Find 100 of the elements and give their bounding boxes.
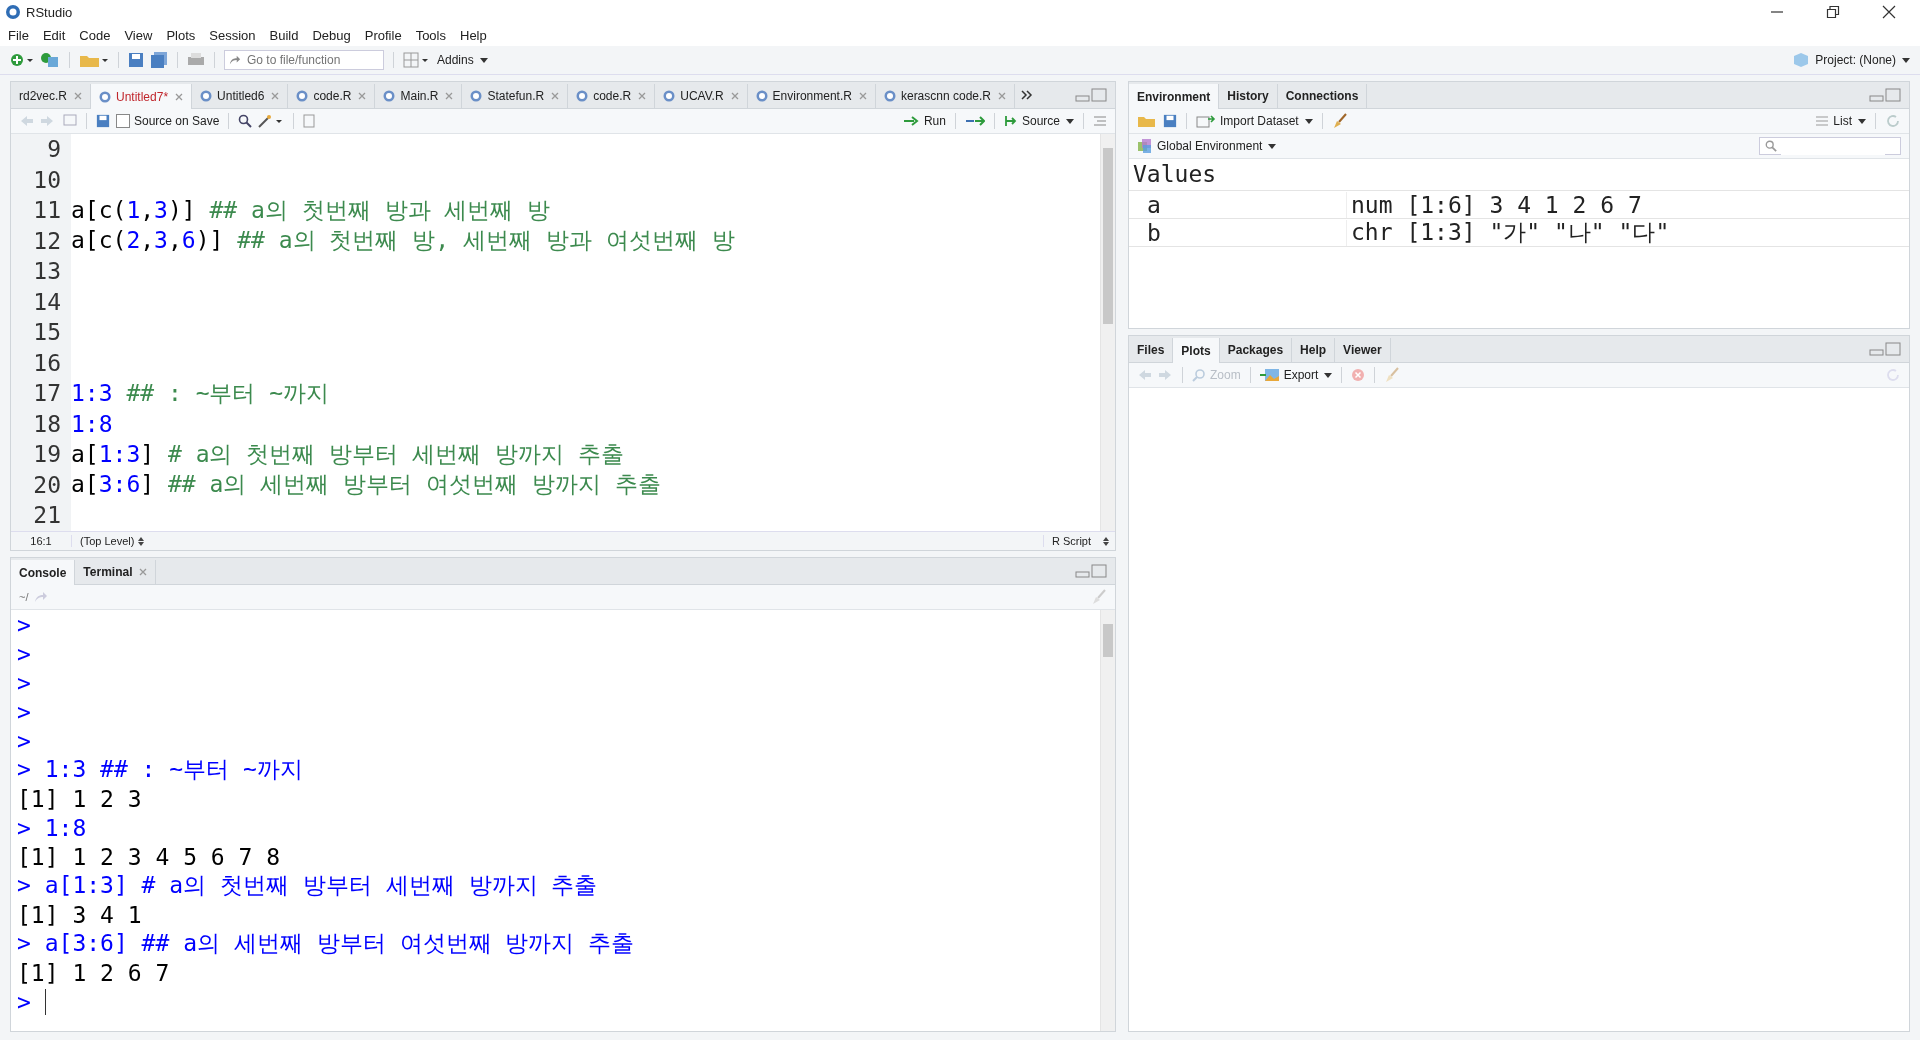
caret-icon[interactable]: [1858, 118, 1866, 124]
minimize-pane-icon[interactable]: [1075, 88, 1107, 102]
menu-item[interactable]: Help: [460, 27, 487, 43]
scrollbar-thumb[interactable]: [1103, 148, 1113, 325]
files-tab[interactable]: Plots: [1173, 338, 1220, 363]
close-tab-icon[interactable]: [445, 92, 454, 100]
close-icon[interactable]: [1882, 5, 1896, 19]
close-tab-icon[interactable]: [358, 92, 367, 100]
close-tab-icon[interactable]: [858, 92, 867, 100]
print-icon[interactable]: [187, 52, 205, 68]
view-mode-menu[interactable]: List: [1815, 114, 1852, 128]
close-tab-icon[interactable]: [638, 92, 647, 100]
table-import-icon: [1196, 114, 1216, 128]
remove-plot-icon[interactable]: [1351, 368, 1366, 382]
show-in-window-icon[interactable]: [61, 114, 77, 128]
line-number: 9: [11, 134, 71, 165]
restore-icon[interactable]: [1826, 5, 1840, 19]
arrow-icon: [229, 54, 241, 66]
up-down-icon[interactable]: [138, 536, 145, 546]
line-number: 18: [11, 408, 71, 439]
console-line: >: [17, 640, 31, 667]
close-tab-icon[interactable]: [175, 92, 184, 101]
close-tab-icon[interactable]: [139, 568, 148, 576]
caret-icon[interactable]: [1324, 372, 1333, 378]
more-tabs-icon[interactable]: [1021, 90, 1033, 100]
menu-item[interactable]: Plots: [166, 27, 196, 43]
save-icon[interactable]: [1163, 114, 1177, 128]
console-tab[interactable]: Console: [11, 560, 76, 585]
outline-icon[interactable]: [1093, 115, 1107, 127]
console-line: > 1:8: [17, 814, 87, 841]
file-icon: [755, 90, 768, 102]
search-field[interactable]: [1759, 137, 1901, 155]
scope-menu[interactable]: (Top Level): [72, 535, 135, 547]
image-export-icon: [1259, 368, 1280, 382]
close-tab-icon[interactable]: [74, 92, 83, 100]
cube-icon: [1793, 52, 1810, 68]
menu-item[interactable]: Session: [209, 27, 256, 43]
file-icon: [470, 90, 483, 102]
save-icon[interactable]: [96, 114, 110, 128]
file-tab[interactable]: Untitled7*: [91, 84, 193, 109]
source-on-save-checkbox[interactable]: Source on Save: [116, 114, 220, 128]
caret-icon[interactable]: [479, 57, 488, 63]
cursor-position: 16:1: [11, 535, 72, 547]
search-icon: [1765, 140, 1777, 152]
file-icon: [99, 90, 112, 103]
close-tab-icon[interactable]: [271, 92, 280, 100]
back-icon[interactable]: [19, 114, 55, 128]
console-line: >: [17, 988, 31, 1015]
menu-item[interactable]: View: [124, 27, 153, 43]
go-to-file-field[interactable]: Go to file/function: [224, 50, 384, 70]
close-tab-icon[interactable]: [730, 92, 739, 100]
new-file-icon[interactable]: [10, 52, 34, 68]
search-icon[interactable]: [238, 114, 253, 128]
source-button[interactable]: Source: [1003, 114, 1060, 128]
grid-layout-icon[interactable]: [403, 52, 431, 68]
export-button[interactable]: Export: [1259, 368, 1319, 382]
refresh-icon[interactable]: [1885, 367, 1901, 383]
scrollbar-thumb[interactable]: [1103, 624, 1113, 657]
run-button[interactable]: Run: [903, 114, 946, 128]
caret-icon[interactable]: [1268, 143, 1277, 149]
line-number: 12: [11, 225, 71, 256]
up-down-icon[interactable]: [1103, 536, 1109, 546]
go-to-directory-icon[interactable]: [34, 591, 49, 603]
notebook-icon[interactable]: [303, 114, 316, 128]
environment-scope-menu[interactable]: Global Environment: [1137, 138, 1263, 154]
code-line: a[c(1,3)] ## a의 첫번째 방과 세번째 방: [71, 195, 551, 225]
refresh-icon[interactable]: [1885, 113, 1901, 129]
open-folder-icon[interactable]: [1137, 114, 1157, 128]
close-tab-icon[interactable]: [551, 92, 560, 100]
menu-item[interactable]: Build: [269, 27, 299, 43]
import-dataset-button[interactable]: Import Dataset: [1196, 114, 1299, 128]
new-project-icon[interactable]: [40, 51, 60, 69]
save-all-icon[interactable]: [150, 52, 168, 68]
minimize-pane-icon[interactable]: [1869, 88, 1901, 102]
minimize-pane-icon[interactable]: [1075, 564, 1107, 578]
minimize-pane-icon[interactable]: [1869, 342, 1901, 356]
caret-icon[interactable]: [1902, 57, 1910, 63]
menu-item[interactable]: Edit: [42, 27, 66, 43]
file-type-menu[interactable]: R Script: [1042, 535, 1099, 547]
caret-icon[interactable]: [1066, 118, 1074, 124]
console-line: >: [17, 727, 31, 754]
close-tab-icon[interactable]: [998, 92, 1006, 100]
save-icon[interactable]: [128, 52, 144, 68]
project-menu[interactable]: Project: (None): [1815, 53, 1896, 67]
go-to-file-field[interactable]: Go to file/function: [245, 52, 379, 68]
menu-item[interactable]: Profile: [364, 27, 402, 43]
line-number: 17: [11, 378, 71, 409]
menu-item[interactable]: File: [8, 27, 29, 43]
menu-item[interactable]: Debug: [312, 27, 351, 43]
app-logo-icon: [6, 5, 20, 19]
magic-wand-icon[interactable]: [258, 114, 285, 128]
menu-item[interactable]: Tools: [415, 27, 446, 43]
file-icon: [296, 90, 309, 102]
environment-tab[interactable]: Environment: [1129, 84, 1220, 109]
broom-icon[interactable]: [1331, 113, 1348, 129]
rerun-icon[interactable]: [964, 116, 985, 126]
menu-item[interactable]: Code: [79, 27, 111, 43]
addins-menu[interactable]: Addins: [437, 53, 474, 67]
caret-icon[interactable]: [1304, 118, 1313, 124]
back-icon[interactable]: [1137, 368, 1173, 382]
